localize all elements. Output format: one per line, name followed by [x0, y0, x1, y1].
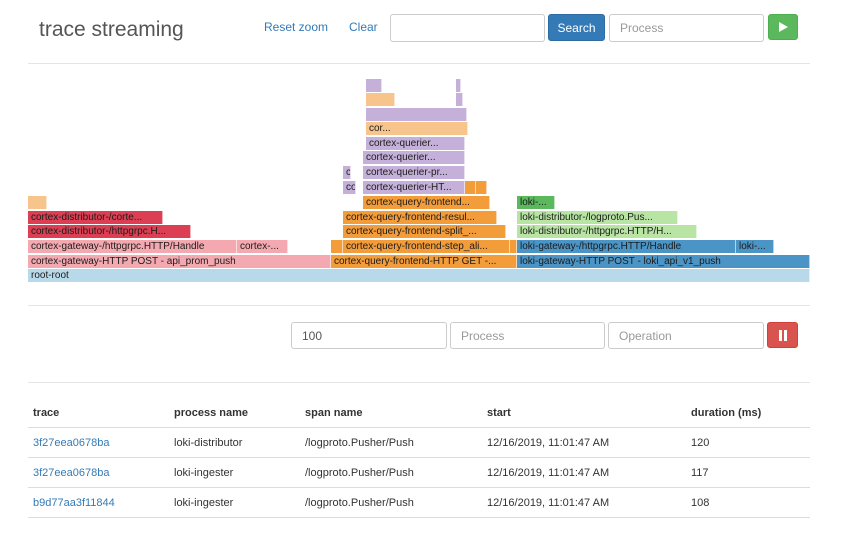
pause-button[interactable] — [767, 322, 798, 348]
flame-span-block[interactable]: cor... — [366, 122, 468, 135]
flame-span-block[interactable]: loki-... — [736, 240, 774, 253]
flame-span-block[interactable]: loki-distributor-/logproto.Pus... — [517, 211, 678, 224]
flame-graph[interactable]: root-root cortex-gateway-HTTP POST - api_… — [0, 0, 842, 300]
trace-id-link[interactable]: 3f27eea0678ba — [33, 437, 109, 449]
flame-span-block[interactable]: cortex-gateway-/httpgrpc.HTTP/Handle — [28, 240, 237, 253]
limit-input[interactable] — [291, 322, 447, 349]
column-header-start: start — [482, 399, 686, 428]
flame-span-block[interactable]: cortex-query-frontend-step_ali... — [343, 240, 510, 253]
flame-span-block[interactable] — [28, 196, 47, 209]
divider — [28, 382, 810, 383]
flame-span-block[interactable]: cortex-gateway-HTTP POST - api_prom_push — [28, 255, 331, 268]
flame-span-block[interactable]: cortex-query-frontend-resul... — [343, 211, 497, 224]
flame-span-block[interactable] — [510, 240, 517, 253]
table-row: 3f27eea0678ba loki-distributor /logproto… — [28, 427, 810, 458]
process-name-cell: loki-distributor — [169, 427, 300, 458]
flame-span-block[interactable]: cortex-querier-HT... — [363, 181, 465, 194]
process-name-cell: loki-ingester — [169, 487, 300, 518]
span-name-cell: /logproto.Pusher/Push — [300, 487, 482, 518]
flame-span-block[interactable] — [366, 108, 467, 121]
pause-icon — [778, 329, 787, 341]
duration-cell: 117 — [686, 457, 810, 488]
duration-cell: 108 — [686, 487, 810, 518]
table-row: 3f27eea0678ba loki-ingester /logproto.Pu… — [28, 457, 810, 488]
column-header-process-name: process name — [169, 399, 300, 428]
flame-span-block[interactable]: cortex-distributor-/corte... — [28, 211, 163, 224]
flame-span-block[interactable]: cortex-query-frontend... — [363, 196, 490, 209]
start-cell: 12/16/2019, 11:01:47 AM — [482, 487, 686, 518]
duration-cell: 120 — [686, 427, 810, 458]
flame-span-block[interactable] — [476, 181, 487, 194]
flame-span-block[interactable]: loki-gateway-HTTP POST - loki_api_v1_pus… — [517, 255, 810, 268]
flame-span-block[interactable] — [465, 181, 476, 194]
start-cell: 12/16/2019, 11:01:47 AM — [482, 457, 686, 488]
flame-span-block[interactable] — [331, 240, 343, 253]
flame-span-block[interactable]: loki-distributor-/httpgrpc.HTTP/H... — [517, 225, 697, 238]
flame-span-block[interactable]: root-root — [28, 269, 810, 282]
column-header-trace: trace — [28, 399, 169, 428]
flame-span-block[interactable] — [366, 79, 382, 92]
flame-span-block[interactable]: cortex-querier... — [366, 137, 465, 150]
trace-table: trace process name span name start durat… — [28, 399, 810, 518]
flame-span-block[interactable] — [456, 79, 461, 92]
table-header-row: trace process name span name start durat… — [28, 399, 810, 428]
operation-input[interactable] — [608, 322, 764, 349]
trace-id-link[interactable]: 3f27eea0678ba — [33, 467, 109, 479]
flame-span-block[interactable]: cortex-querier... — [363, 151, 465, 164]
process-input[interactable] — [450, 322, 605, 349]
span-name-cell: /logproto.Pusher/Push — [300, 457, 482, 488]
flame-span-block[interactable] — [456, 93, 463, 106]
flame-span-block[interactable]: cortex-querier-pr... — [343, 166, 351, 179]
flame-span-block[interactable]: cortex-query-frontend-split_... — [343, 225, 506, 238]
flame-span-block[interactable]: loki-gateway-/httpgrpc.HTTP/Handle — [517, 240, 736, 253]
flame-span-block[interactable]: cortex-distributor-/httpgrpc.H... — [28, 225, 191, 238]
flame-span-block[interactable]: cortex-querier-pr... — [363, 166, 465, 179]
flame-span-block[interactable]: cortex-... — [237, 240, 288, 253]
trace-id-link[interactable]: b9d77aa3f11844 — [33, 497, 115, 509]
divider — [28, 305, 810, 306]
flame-span-block[interactable]: loki-... — [517, 196, 555, 209]
span-name-cell: /logproto.Pusher/Push — [300, 427, 482, 458]
start-cell: 12/16/2019, 11:01:47 AM — [482, 427, 686, 458]
column-header-span-name: span name — [300, 399, 482, 428]
column-header-duration: duration (ms) — [686, 399, 810, 428]
table-row: b9d77aa3f11844 loki-ingester /logproto.P… — [28, 487, 810, 518]
flame-span-block[interactable]: cortex-query-frontend-HTTP GET -... — [331, 255, 517, 268]
process-name-cell: loki-ingester — [169, 457, 300, 488]
flame-span-block[interactable]: cortex-querier-pr... — [343, 181, 356, 194]
flame-span-block[interactable] — [366, 93, 395, 106]
